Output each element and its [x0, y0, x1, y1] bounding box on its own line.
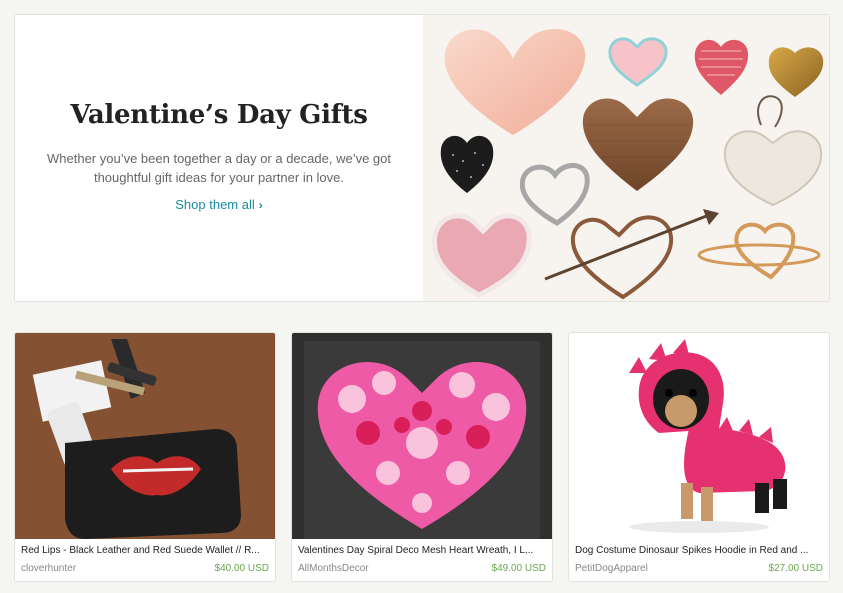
chevron-right-icon: › [258, 198, 263, 212]
shop-them-all-link[interactable]: Shop them all › [15, 197, 423, 212]
silver-heart-keychain [519, 163, 590, 226]
listing-card[interactable]: Valentines Day Spiral Deco Mesh Heart Wr… [291, 332, 553, 582]
dog-dinosaur-hoodie-photo [569, 333, 829, 539]
listing-card[interactable]: Red Lips - Black Leather and Red Suede W… [14, 332, 276, 582]
copper-arrow-heart [570, 215, 674, 300]
hero-title: Valentine’s Day Gifts [70, 100, 368, 130]
listing-shop-name[interactable]: AllMonthsDecor [298, 563, 369, 574]
hero-hearts-image[interactable] [423, 15, 829, 301]
listing-title[interactable]: Dog Costume Dinosaur Spikes Hoodie in Re… [575, 545, 823, 556]
listing-shop-name[interactable]: PetitDogApparel [575, 563, 648, 574]
listing-price: $27.00 USD [768, 563, 823, 574]
wooden-heart [582, 98, 694, 191]
lace-heart-ornament [723, 130, 823, 207]
listing-image-heart-wreath[interactable] [292, 333, 552, 539]
listing-price: $40.00 USD [214, 563, 269, 574]
valentines-hero-banner: Valentine’s Day Gifts Whether you’ve bee… [14, 14, 830, 302]
listing-price: $49.00 USD [491, 563, 546, 574]
hero-description: Whether you’ve been together a day or a … [47, 151, 391, 185]
listing-card[interactable]: Dog Costume Dinosaur Spikes Hoodie in Re… [568, 332, 830, 582]
watercolor-heart [444, 29, 586, 135]
hero-text-panel: Valentine’s Day Gifts Whether you’ve bee… [15, 15, 423, 301]
gold-heart-ring [734, 222, 796, 280]
red-lips-wallet-photo [15, 333, 275, 539]
pink-ceramic-heart-dish [431, 213, 532, 298]
listing-title[interactable]: Valentines Day Spiral Deco Mesh Heart Wr… [298, 545, 546, 556]
hearts-collage-illustration [431, 29, 824, 300]
black-dotted-heart [440, 135, 494, 193]
listing-image-red-lips-wallet[interactable] [15, 333, 275, 539]
shop-them-all-label: Shop them all [175, 197, 255, 212]
listing-shop-name[interactable]: cloverhunter [21, 563, 76, 574]
pink-outline-heart [608, 37, 668, 87]
listing-image-dog-dinosaur-hoodie[interactable] [569, 333, 829, 539]
gold-heart [768, 47, 824, 97]
heart-wreath-photo [292, 333, 552, 539]
listing-title[interactable]: Red Lips - Black Leather and Red Suede W… [21, 545, 269, 556]
